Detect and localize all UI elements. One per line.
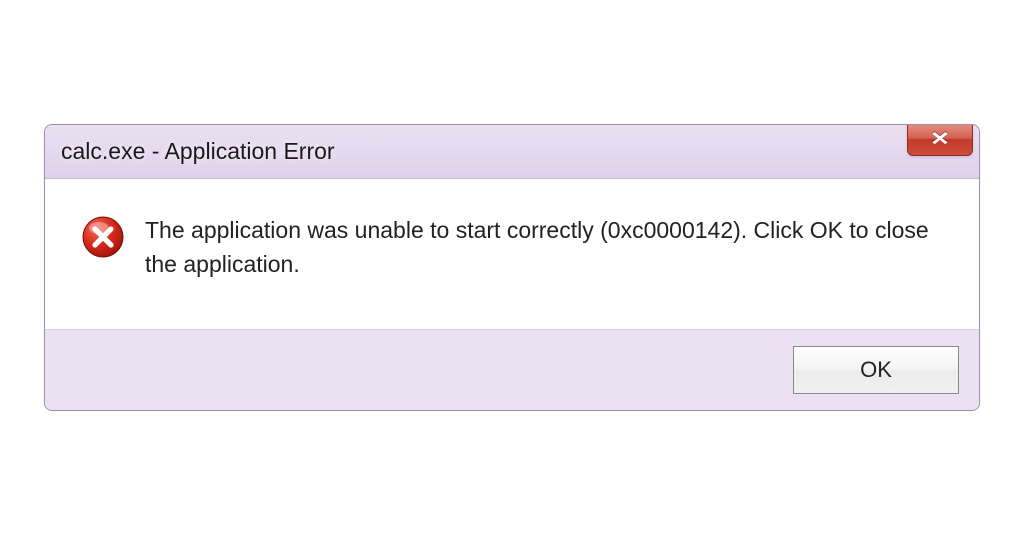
close-button[interactable]: ✕ — [907, 124, 973, 156]
close-icon: ✕ — [930, 130, 950, 149]
dialog-title: calc.exe - Application Error — [61, 138, 907, 165]
ok-button[interactable]: OK — [793, 346, 959, 394]
button-row: OK — [45, 329, 979, 410]
dialog-content: The application was unable to start corr… — [45, 179, 979, 329]
titlebar: calc.exe - Application Error ✕ — [45, 125, 979, 179]
error-icon — [81, 215, 125, 259]
error-message: The application was unable to start corr… — [145, 213, 943, 281]
error-dialog: calc.exe - Application Error ✕ The appli… — [44, 124, 980, 411]
